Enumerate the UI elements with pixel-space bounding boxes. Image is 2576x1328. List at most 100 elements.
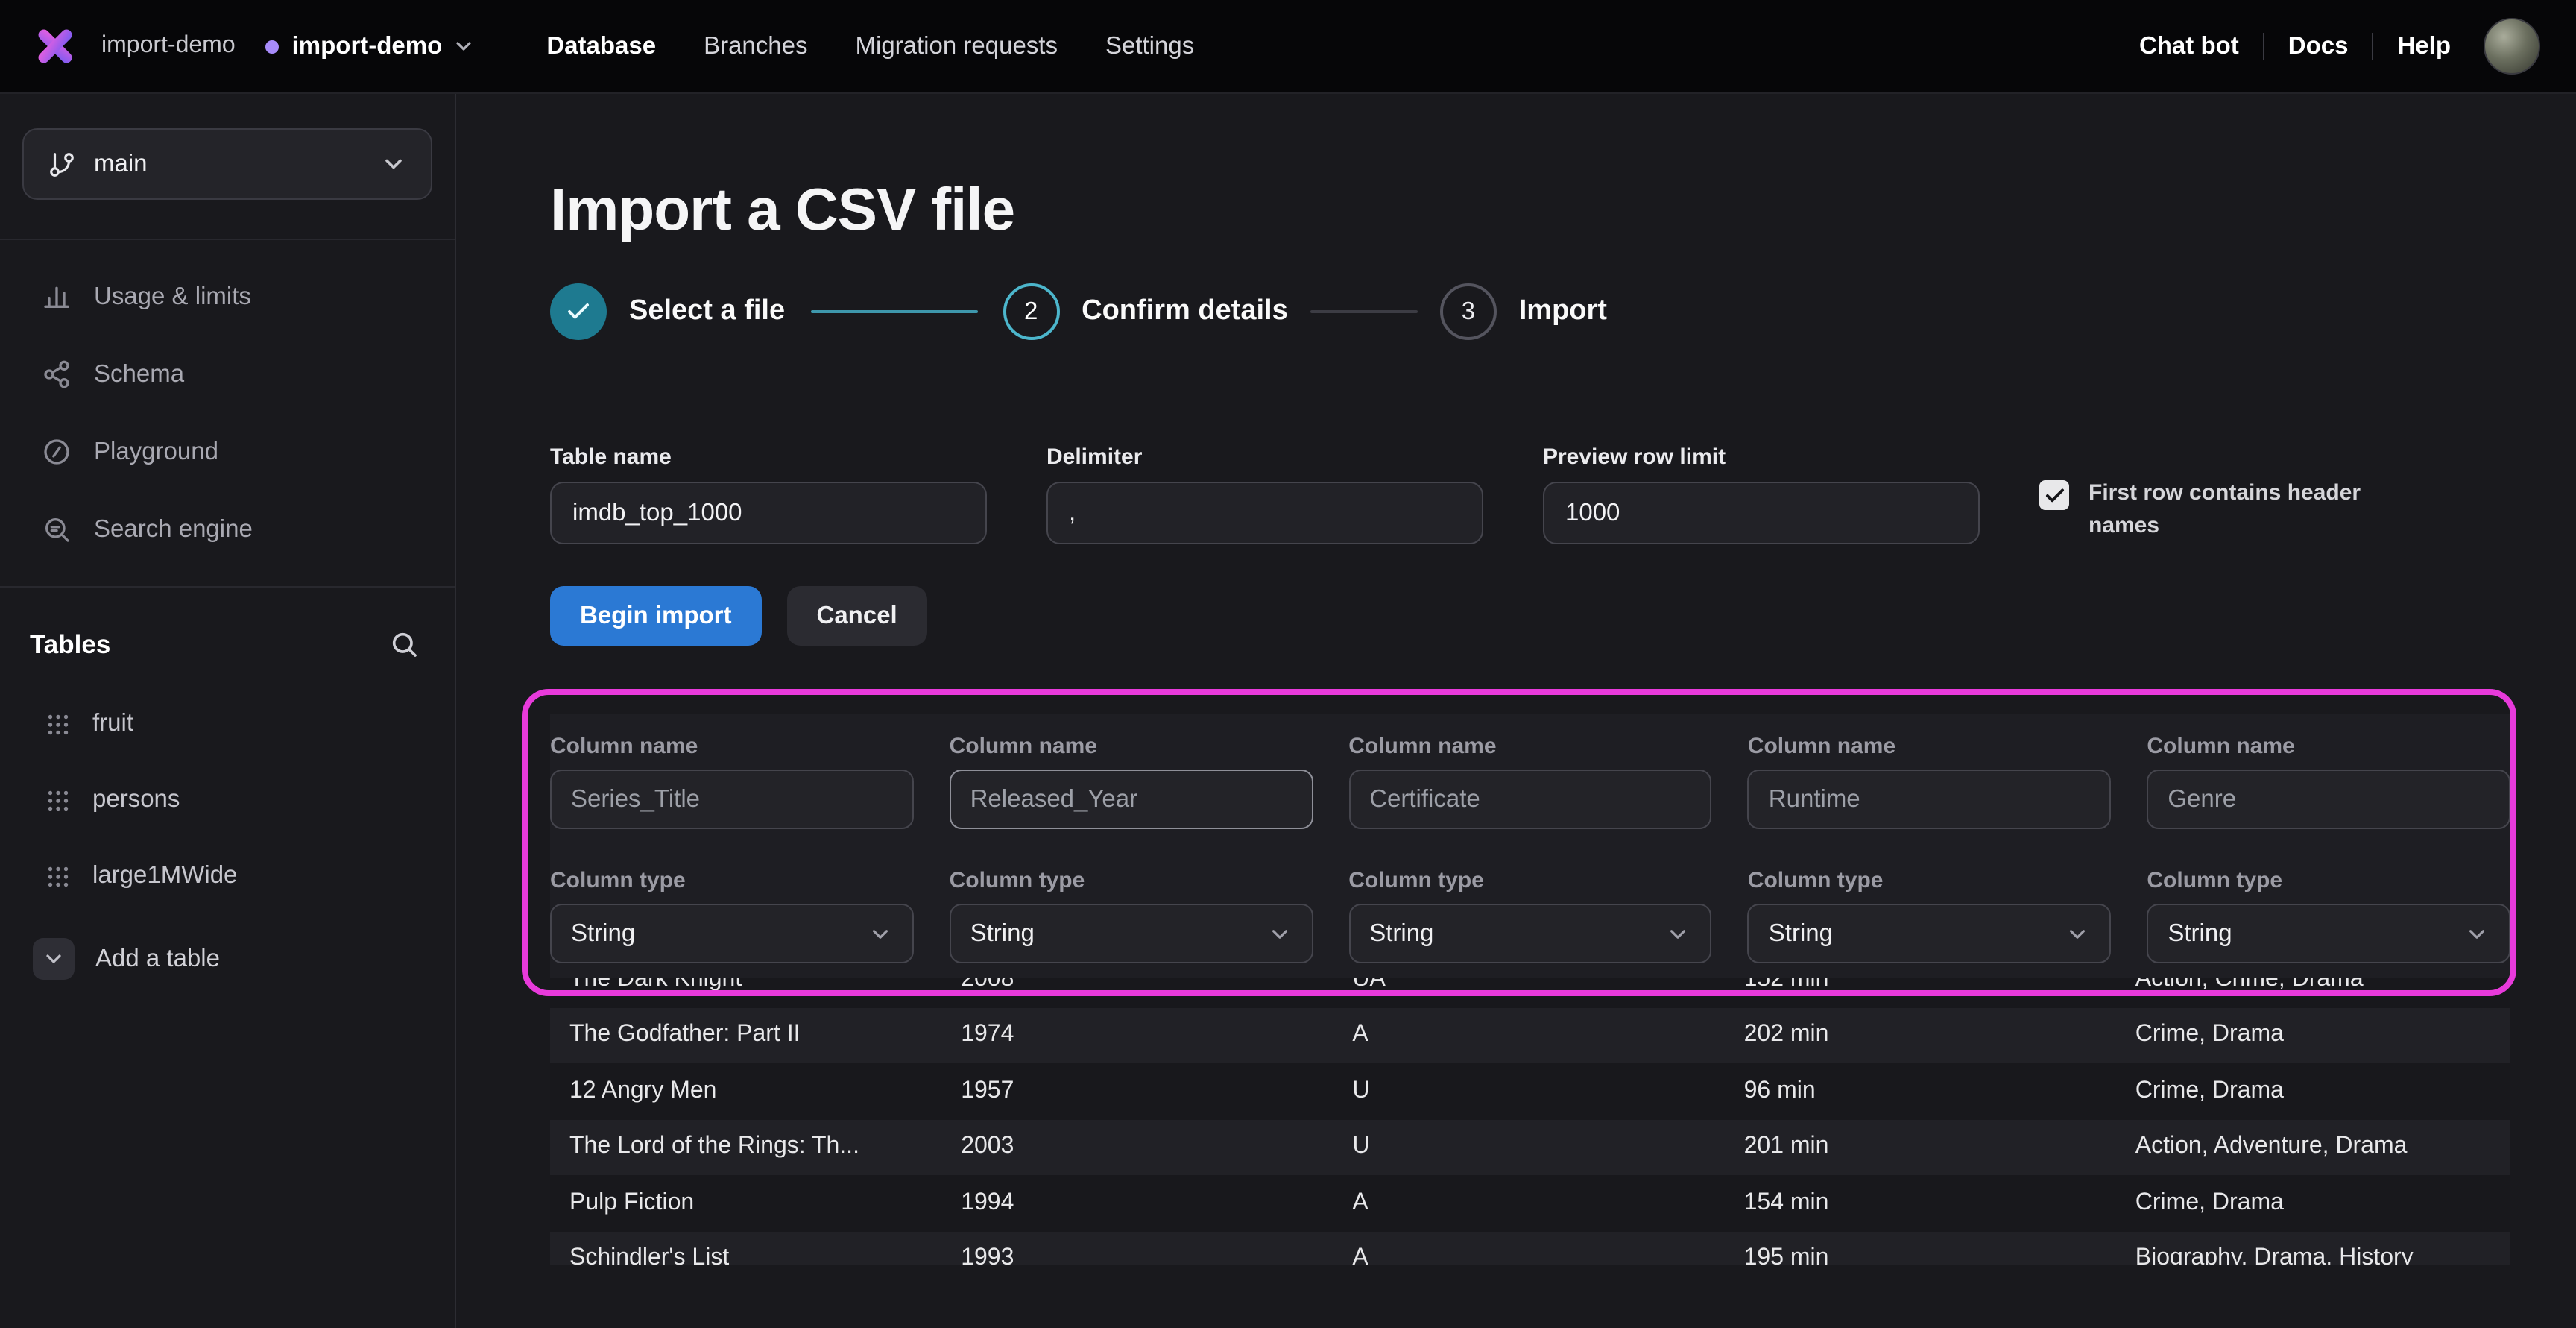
branch-name: main <box>94 150 362 178</box>
sidebar-table-large1mwide[interactable]: large1MWide <box>0 838 455 914</box>
chevron-down-icon <box>1666 921 1691 946</box>
column-type-select[interactable]: String <box>950 904 1313 963</box>
workspace-name[interactable]: import-demo <box>101 33 236 60</box>
table-row[interactable]: Schindler's List 1993 A 195 min Biograph… <box>550 1231 2510 1265</box>
column-config-certificate: Column name Column type String <box>1348 734 1712 963</box>
step-current-circle: 2 <box>1003 283 1059 340</box>
add-table-button[interactable]: Add a table <box>0 920 455 998</box>
check-icon <box>565 298 592 325</box>
preview-rows: The Dark Knight 2008 UA 152 min Action, … <box>550 978 2510 1265</box>
sidebar-item-schema[interactable]: Schema <box>0 336 455 413</box>
cell-certificate: UA <box>1352 978 1708 993</box>
begin-import-button[interactable]: Begin import <box>550 586 762 646</box>
git-branch-icon <box>48 150 76 178</box>
divider <box>2263 33 2264 60</box>
cell-runtime: 152 min <box>1744 978 2100 993</box>
column-name-input[interactable] <box>1748 770 2112 829</box>
table-grid-icon <box>45 787 72 814</box>
header-row-checkbox-label[interactable]: First row contains header names <box>2089 477 2391 542</box>
cell-series-title: The Godfather: Part II <box>569 1022 925 1049</box>
topnav-right: Chat bot Docs Help <box>2139 18 2540 75</box>
add-table-label: Add a table <box>95 945 220 973</box>
search-engine-icon <box>42 514 72 544</box>
database-selector[interactable]: import-demo <box>265 32 476 60</box>
divider <box>0 586 455 588</box>
sidebar-item-usage-limits[interactable]: Usage & limits <box>0 258 455 336</box>
sidebar-item-label: Search engine <box>94 515 253 544</box>
cell-genre: Action, Crime, Drama <box>2135 978 2491 993</box>
import-form: Table name Delimiter Preview row limit F… <box>550 444 2510 544</box>
cell-certificate: U <box>1352 1134 1708 1161</box>
step-number: 2 <box>1024 298 1038 326</box>
preview-row-limit-label: Preview row limit <box>1543 444 1980 470</box>
sidebar-table-persons[interactable]: persons <box>0 762 455 838</box>
sidebar-item-search-engine[interactable]: Search engine <box>0 491 455 568</box>
chat-bot-link[interactable]: Chat bot <box>2139 32 2239 60</box>
xata-logo-icon[interactable] <box>33 24 78 69</box>
sidebar-item-label: Schema <box>94 360 184 388</box>
cell-series-title: 12 Angry Men <box>569 1078 925 1105</box>
preview-rows-viewport: The Dark Knight 2008 UA 152 min Action, … <box>550 978 2510 1265</box>
cell-genre: Biography, Drama, History <box>2135 1246 2491 1265</box>
column-name-label: Column name <box>1348 734 1712 759</box>
step-label: Import <box>1519 295 1607 328</box>
selected-type: String <box>1369 919 1433 948</box>
column-type-select[interactable]: String <box>2147 904 2510 963</box>
chevron-down-icon <box>380 151 407 177</box>
column-name-input[interactable] <box>550 770 914 829</box>
column-name-input[interactable] <box>2147 770 2510 829</box>
cell-series-title: Pulp Fiction <box>569 1190 925 1217</box>
help-link[interactable]: Help <box>2397 32 2451 60</box>
docs-link[interactable]: Docs <box>2288 32 2349 60</box>
tab-branches[interactable]: Branches <box>704 32 807 60</box>
sidebar-item-playground[interactable]: Playground <box>0 413 455 491</box>
column-type-select[interactable]: String <box>1348 904 1712 963</box>
cell-runtime: 154 min <box>1744 1190 2100 1217</box>
table-row[interactable]: 12 Angry Men 1957 U 96 min Crime, Drama <box>550 1063 2510 1119</box>
bar-chart-icon <box>42 282 72 312</box>
delimiter-input[interactable] <box>1046 482 1483 544</box>
table-name-input[interactable] <box>550 482 987 544</box>
step-select-a-file: Select a file <box>550 283 785 340</box>
step-upcoming-circle: 3 <box>1440 283 1497 340</box>
selected-type: String <box>2168 919 2232 948</box>
user-avatar[interactable] <box>2484 18 2540 75</box>
column-name-input[interactable] <box>1348 770 1712 829</box>
tab-database[interactable]: Database <box>546 32 656 60</box>
table-name-label: Table name <box>550 444 987 470</box>
header-row-checkbox[interactable] <box>2039 480 2069 510</box>
branch-selector[interactable]: main <box>22 128 432 200</box>
column-config-series-title: Column name Column type String <box>550 734 914 963</box>
cell-certificate: A <box>1352 1190 1708 1217</box>
cell-genre: Crime, Drama <box>2135 1022 2491 1049</box>
selected-type: String <box>970 919 1035 948</box>
cell-series-title: The Dark Knight <box>569 978 925 993</box>
table-row[interactable]: The Dark Knight 2008 UA 152 min Action, … <box>550 978 2510 1007</box>
table-name-field: Table name <box>550 444 987 544</box>
tab-settings[interactable]: Settings <box>1105 32 1194 60</box>
table-row[interactable]: Pulp Fiction 1994 A 154 min Crime, Drama <box>550 1175 2510 1231</box>
cancel-button[interactable]: Cancel <box>787 586 927 646</box>
table-row[interactable]: The Godfather: Part II 1974 A 202 min Cr… <box>550 1007 2510 1063</box>
table-item-label: fruit <box>92 710 133 738</box>
table-row[interactable]: The Lord of the Rings: Th... 2003 U 201 … <box>550 1119 2510 1175</box>
sidebar-table-fruit[interactable]: fruit <box>0 686 455 762</box>
database-name: import-demo <box>292 32 443 60</box>
cell-released-year: 1957 <box>961 1078 1316 1105</box>
column-name-input[interactable] <box>950 770 1313 829</box>
tables-search-icon[interactable] <box>389 629 419 659</box>
column-type-select[interactable]: String <box>1748 904 2112 963</box>
tab-migration-requests[interactable]: Migration requests <box>856 32 1058 60</box>
cell-runtime: 96 min <box>1744 1078 2100 1105</box>
column-type-label: Column type <box>550 868 914 893</box>
step-complete-circle <box>550 283 607 340</box>
column-type-select[interactable]: String <box>550 904 914 963</box>
column-name-label: Column name <box>550 734 914 759</box>
cell-released-year: 1994 <box>961 1190 1316 1217</box>
table-list: fruit persons large1MWide <box>0 686 455 914</box>
preview-row-limit-field: Preview row limit <box>1543 444 1980 544</box>
header-row-checkbox-group: First row contains header names <box>2039 477 2391 542</box>
preview-grid-area: Column name Column type String Column na… <box>550 714 2510 1265</box>
cell-series-title: Schindler's List <box>569 1246 925 1265</box>
preview-row-limit-input[interactable] <box>1543 482 1980 544</box>
